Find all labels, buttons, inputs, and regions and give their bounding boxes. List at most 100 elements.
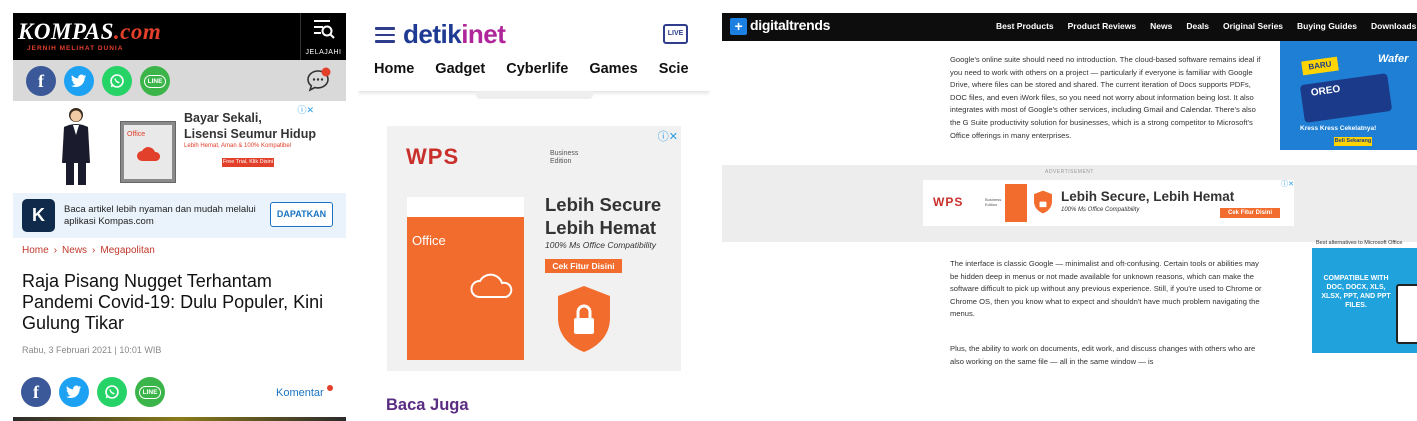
wps-logo: WPS	[406, 144, 460, 169]
device-image	[1396, 284, 1417, 344]
facebook-share-button[interactable]: f	[26, 66, 56, 96]
baca-juga-heading: Baca Juga	[386, 396, 469, 414]
nav-games[interactable]: Games	[589, 61, 637, 77]
digitaltrends-logo-text: digitaltrends	[750, 17, 831, 33]
wps-office-box-image	[1005, 184, 1027, 222]
ad-choices-close-icon[interactable]: ⓘ✕	[1281, 179, 1294, 189]
kompas-panel: KOMPAS.com JERNIH MELIHAT DUNIA JELAJAHI…	[13, 13, 346, 421]
facebook-icon: f	[38, 70, 44, 91]
dt-wps-ad[interactable]: WPS Business Edition Lebih Secure, Lebih…	[923, 180, 1294, 226]
nav-buying-guides[interactable]: Buying Guides	[1297, 21, 1357, 31]
nav-original-series[interactable]: Original Series	[1223, 21, 1283, 31]
facebook-share-button[interactable]: f	[21, 377, 51, 407]
nav-cyberlife[interactable]: Cyberlife	[506, 61, 568, 77]
comment-icon	[307, 67, 331, 92]
live-tv-button[interactable]: LIVE	[663, 24, 688, 44]
twitter-share-button[interactable]	[64, 66, 94, 96]
oreo-product-image: OREO	[1299, 73, 1393, 123]
ad-headline-hemat: Lebih Hemat	[545, 217, 657, 238]
kompas-app-icon: K	[22, 199, 55, 232]
nav-home[interactable]: Home	[374, 61, 414, 77]
ad-free-trial-button[interactable]: Free Trial, Klik Disini	[222, 158, 274, 167]
nav-product-reviews[interactable]: Product Reviews	[1068, 21, 1137, 31]
ad-person-image	[62, 108, 90, 185]
inet-logo-text: inet	[461, 19, 506, 49]
line-share-button[interactable]: LINE	[135, 377, 165, 407]
ad-choices-close-icon[interactable]: ⓘ✕	[658, 128, 678, 144]
breadcrumb: Home › News › Megapolitan	[22, 245, 155, 256]
kompas-logo-suffix: .com	[113, 19, 162, 44]
ad-choices-close-icon[interactable]: ⓘ✕	[297, 103, 314, 116]
nav-best-products[interactable]: Best Products	[996, 21, 1054, 31]
hamburger-menu-icon[interactable]	[375, 27, 395, 43]
twitter-share-button[interactable]	[59, 377, 89, 407]
line-share-button[interactable]: LINE	[140, 66, 170, 96]
wps-business-edition: Business Edition	[550, 150, 579, 165]
breadcrumb-home[interactable]: Home	[22, 245, 49, 256]
baru-badge: BARU	[1301, 56, 1339, 76]
komentar-link[interactable]: Komentar	[276, 387, 324, 399]
breadcrumb-news[interactable]: News	[62, 245, 87, 256]
ad-laptop-image: Office	[120, 121, 176, 183]
detikinet-header: detikinet LIVE Home Gadget Cyberlife Games S…	[358, 13, 710, 91]
explore-label: JELAJAHI	[305, 49, 342, 56]
oreo-product-label: OREO	[1310, 83, 1341, 99]
nav-science[interactable]: Scie	[659, 61, 689, 77]
whatsapp-icon	[110, 74, 124, 88]
detikinet-logo[interactable]: detikinet	[403, 19, 506, 50]
nav-gadget[interactable]: Gadget	[435, 61, 485, 77]
kompas-logo[interactable]: KOMPAS.com	[18, 19, 161, 45]
breadcrumb-megapolitan[interactable]: Megapolitan	[100, 245, 154, 256]
facebook-icon: f	[33, 381, 39, 402]
article-title: Raja Pisang Nugget Terhantam Pandemi Cov…	[22, 271, 324, 333]
office-alternatives-ad[interactable]: COMPATIBLE WITH DOC, DOCX, XLS, XLSX, PP…	[1312, 248, 1417, 353]
whatsapp-icon	[105, 385, 119, 399]
detikinet-nav: Home Gadget Cyberlife Games Scie	[374, 61, 710, 77]
wafer-brand-text: Wafer	[1378, 53, 1409, 65]
get-app-button[interactable]: DAPATKAN	[270, 202, 333, 227]
digitaltrends-nav: Best Products Product Reviews News Deals Ori…	[996, 21, 1417, 31]
breadcrumb-separator: ›	[92, 245, 96, 256]
explore-button[interactable]: JELAJAHI	[300, 13, 346, 60]
article-paragraph: Google's online suite should need no int…	[950, 55, 1261, 140]
oreo-wafer-ad[interactable]: Wafer BARU OREO Kress Kress Cekelatnya! …	[1280, 41, 1417, 150]
ad-office-label: Office	[127, 131, 146, 138]
detikinet-panel: detikinet LIVE Home Gadget Cyberlife Games S…	[358, 13, 710, 421]
comment-button[interactable]	[306, 67, 332, 92]
explore-icon	[313, 20, 335, 39]
app-banner-text: Baca artikel lebih nyaman dan mudah mela…	[64, 204, 256, 227]
twitter-icon	[66, 385, 81, 399]
side-ad-label: Best alternatives to Microsoft Office	[1316, 240, 1403, 246]
shield-lock-icon	[558, 286, 610, 352]
ad-cek-fitur-button[interactable]: Cek Fitur Disini	[545, 259, 622, 273]
kompas-tagline: JERNIH MELIHAT DUNIA	[27, 45, 124, 52]
whatsapp-share-button[interactable]	[102, 66, 132, 96]
ad-headline-secure: Lebih Secure	[545, 194, 662, 215]
kompas-ad-banner[interactable]: Office Bayar Sekali, Lisensi Seumur Hidu…	[44, 103, 316, 188]
beli-sekarang-button[interactable]: Beli Sekarang	[1334, 137, 1372, 146]
detik-wps-ad[interactable]: ⓘ✕ WPS Business Edition Office Lebih Sec…	[387, 126, 681, 371]
wps-logo: WPS	[933, 195, 964, 209]
cloud-icon	[137, 147, 161, 161]
article-paragraph: The interface is classic Google — minima…	[950, 259, 1262, 319]
ad-headline-1: Bayar Sekali,	[184, 111, 262, 125]
advertisement-band: ADVERTISEMENT WPS Business Edition Lebih…	[722, 165, 1417, 242]
article-share-bar: f LINE Komentar	[13, 375, 346, 411]
digitaltrends-panel: + digitaltrends Best Products Product Revi…	[722, 13, 1417, 421]
ad-headline-2: Lisensi Seumur Hidup	[184, 127, 316, 141]
whatsapp-share-button[interactable]	[97, 377, 127, 407]
scroll-indicator	[476, 91, 593, 99]
nav-news[interactable]: News	[1150, 21, 1172, 31]
article-date: Rabu, 3 Februari 2021 | 10:01 WIB	[22, 345, 162, 355]
kompas-header: KOMPAS.com JERNIH MELIHAT DUNIA JELAJAHI	[13, 13, 346, 60]
ad-cek-fitur-button[interactable]: Cek Fitur Disini	[1220, 208, 1280, 218]
notification-dot	[327, 385, 333, 391]
ad-compatibility-text: 100% Ms Office Compatibility	[1061, 207, 1140, 213]
nav-deals[interactable]: Deals	[1186, 21, 1209, 31]
digitaltrends-plus-icon: +	[730, 17, 747, 35]
shield-lock-icon	[1034, 190, 1052, 214]
nav-downloads[interactable]: Downloads	[1371, 21, 1416, 31]
wps-business-edition: Business Edition	[985, 197, 1002, 207]
digitaltrends-logo[interactable]: + digitaltrends	[730, 17, 830, 35]
oreo-slogan: Kress Kress Cekelatnya!	[1300, 125, 1377, 132]
